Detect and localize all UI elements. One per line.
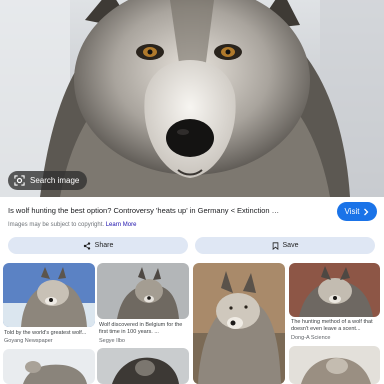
wolf-photo — [0, 0, 384, 197]
related-item[interactable]: Told by the world's greatest wolf... Goy… — [0, 260, 100, 384]
main-image[interactable]: Search image — [0, 0, 384, 197]
search-image-button[interactable]: Search image — [8, 171, 88, 190]
related-caption: Told by the world's greatest wolf... — [4, 330, 87, 336]
learn-more-link[interactable]: Learn More — [106, 222, 137, 228]
lens-icon — [14, 175, 25, 186]
search-image-label: Search image — [30, 176, 80, 185]
save-label: Save — [282, 242, 299, 249]
related-thumbnail[interactable] — [289, 346, 380, 384]
related-source: Segye Ilbo — [99, 338, 125, 344]
related-thumbnail[interactable] — [3, 263, 95, 327]
related-item[interactable]: Wolf discovered in Belgium for the first… — [97, 260, 193, 384]
copyright-text: Images may be subject to copyright. — [8, 222, 105, 228]
share-icon — [83, 241, 90, 250]
bookmark-icon — [272, 241, 278, 250]
related-thumbnail[interactable] — [289, 263, 380, 317]
related-thumbnail[interactable] — [3, 349, 95, 384]
visit-label: Visit — [344, 207, 360, 216]
related-thumbnail[interactable] — [97, 348, 189, 384]
related-source: Goyang Newspaper — [4, 338, 53, 344]
result-info: Is wolf hunting the best option? Controv… — [0, 198, 384, 234]
related-source: Dong-A Science — [291, 335, 331, 341]
result-title[interactable]: Is wolf hunting the best option? Controv… — [8, 206, 280, 216]
save-button[interactable]: Save — [195, 237, 375, 254]
related-caption: The hunting method of a wolf that doesn'… — [291, 319, 373, 332]
related-item[interactable] — [193, 260, 289, 384]
related-thumbnail[interactable] — [97, 263, 189, 319]
related-caption: Wolf discovered in Belgium for the first… — [99, 322, 183, 335]
related-item[interactable]: The hunting method of a wolf that doesn'… — [289, 260, 384, 384]
share-label: Share — [94, 242, 114, 249]
chevron-right-icon — [364, 208, 369, 215]
related-thumbnail[interactable] — [193, 263, 285, 384]
visit-button[interactable]: Visit — [337, 202, 377, 221]
share-button[interactable]: Share — [8, 237, 188, 254]
copyright-notice: Images may be subject to copyright. Lear… — [8, 222, 136, 228]
related-images-grid: Told by the world's greatest wolf... Goy… — [0, 260, 384, 384]
